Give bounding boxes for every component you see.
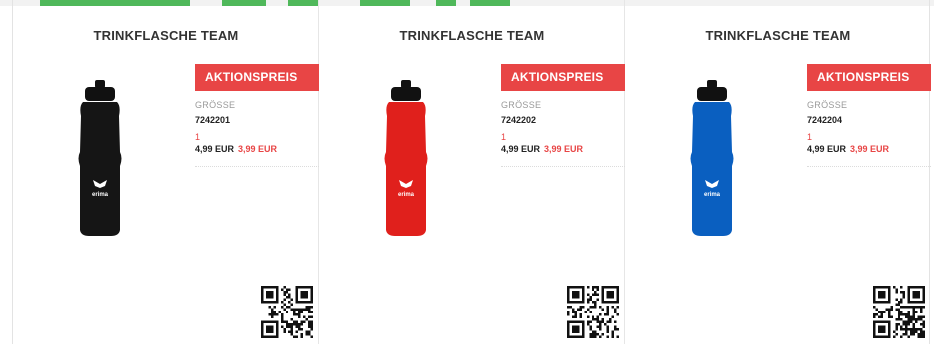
- qr-code-icon: [567, 286, 619, 338]
- qr-code-icon: [261, 286, 313, 338]
- bottle-cap: [85, 87, 115, 101]
- old-price: 4,99 EUR: [807, 144, 847, 154]
- brand-text: erima: [398, 192, 415, 198]
- bottle-body: [384, 102, 428, 236]
- promo-badge: AKTIONSPREIS: [501, 64, 625, 91]
- product-card[interactable]: TRINKFLASCHE TEAM erima AKTIONSPREIS GRÖ…: [319, 0, 625, 344]
- brand-text: erima: [704, 192, 721, 198]
- product-grid: TRINKFLASCHE TEAM erima AKTIONSPREIS GRÖ…: [12, 0, 931, 344]
- bottle-cap: [391, 87, 421, 101]
- bottle-body: [690, 102, 734, 236]
- product-details: GRÖSSE 7242204 1 4,99 EUR 3,99 EUR: [807, 100, 931, 167]
- quantity: 1: [807, 132, 813, 142]
- product-title[interactable]: TRINKFLASCHE TEAM: [625, 28, 931, 43]
- old-price: 4,99 EUR: [195, 144, 235, 154]
- bottle-nozzle: [707, 80, 717, 88]
- new-price: 3,99 EUR: [850, 144, 890, 154]
- sku-number: 7242201: [195, 115, 231, 125]
- product-title[interactable]: TRINKFLASCHE TEAM: [13, 28, 319, 43]
- old-price: 4,99 EUR: [501, 144, 541, 154]
- quantity: 1: [501, 132, 507, 142]
- product-title[interactable]: TRINKFLASCHE TEAM: [319, 28, 625, 43]
- brand-text: erima: [92, 192, 109, 198]
- size-label: GRÖSSE: [501, 100, 542, 110]
- size-label: GRÖSSE: [807, 100, 848, 110]
- bottle-nozzle: [95, 80, 105, 88]
- price-row: 4,99 EUR 3,99 EUR: [807, 144, 931, 167]
- sku-number: 7242202: [501, 115, 537, 125]
- size-label: GRÖSSE: [195, 100, 236, 110]
- price-row: 4,99 EUR 3,99 EUR: [195, 144, 319, 167]
- bottle-body: [78, 102, 122, 236]
- quantity: 1: [195, 132, 201, 142]
- promo-badge: AKTIONSPREIS: [807, 64, 931, 91]
- product-details: GRÖSSE 7242202 1 4,99 EUR 3,99 EUR: [501, 100, 625, 167]
- product-card[interactable]: TRINKFLASCHE TEAM erima AKTIONSPREIS GRÖ…: [13, 0, 319, 344]
- bottle-cap: [697, 87, 727, 101]
- sku-number: 7242204: [807, 115, 843, 125]
- product-details: GRÖSSE 7242201 1 4,99 EUR 3,99 EUR: [195, 100, 319, 167]
- price-row: 4,99 EUR 3,99 EUR: [501, 144, 625, 167]
- bottle-image[interactable]: erima: [687, 80, 737, 236]
- bottle-nozzle: [401, 80, 411, 88]
- promo-badge: AKTIONSPREIS: [195, 64, 319, 91]
- new-price: 3,99 EUR: [544, 144, 584, 154]
- bottle-image[interactable]: erima: [75, 80, 125, 236]
- new-price: 3,99 EUR: [238, 144, 278, 154]
- bottle-image[interactable]: erima: [381, 80, 431, 236]
- qr-code-icon: [873, 286, 925, 338]
- product-card[interactable]: TRINKFLASCHE TEAM erima AKTIONSPREIS GRÖ…: [625, 0, 931, 344]
